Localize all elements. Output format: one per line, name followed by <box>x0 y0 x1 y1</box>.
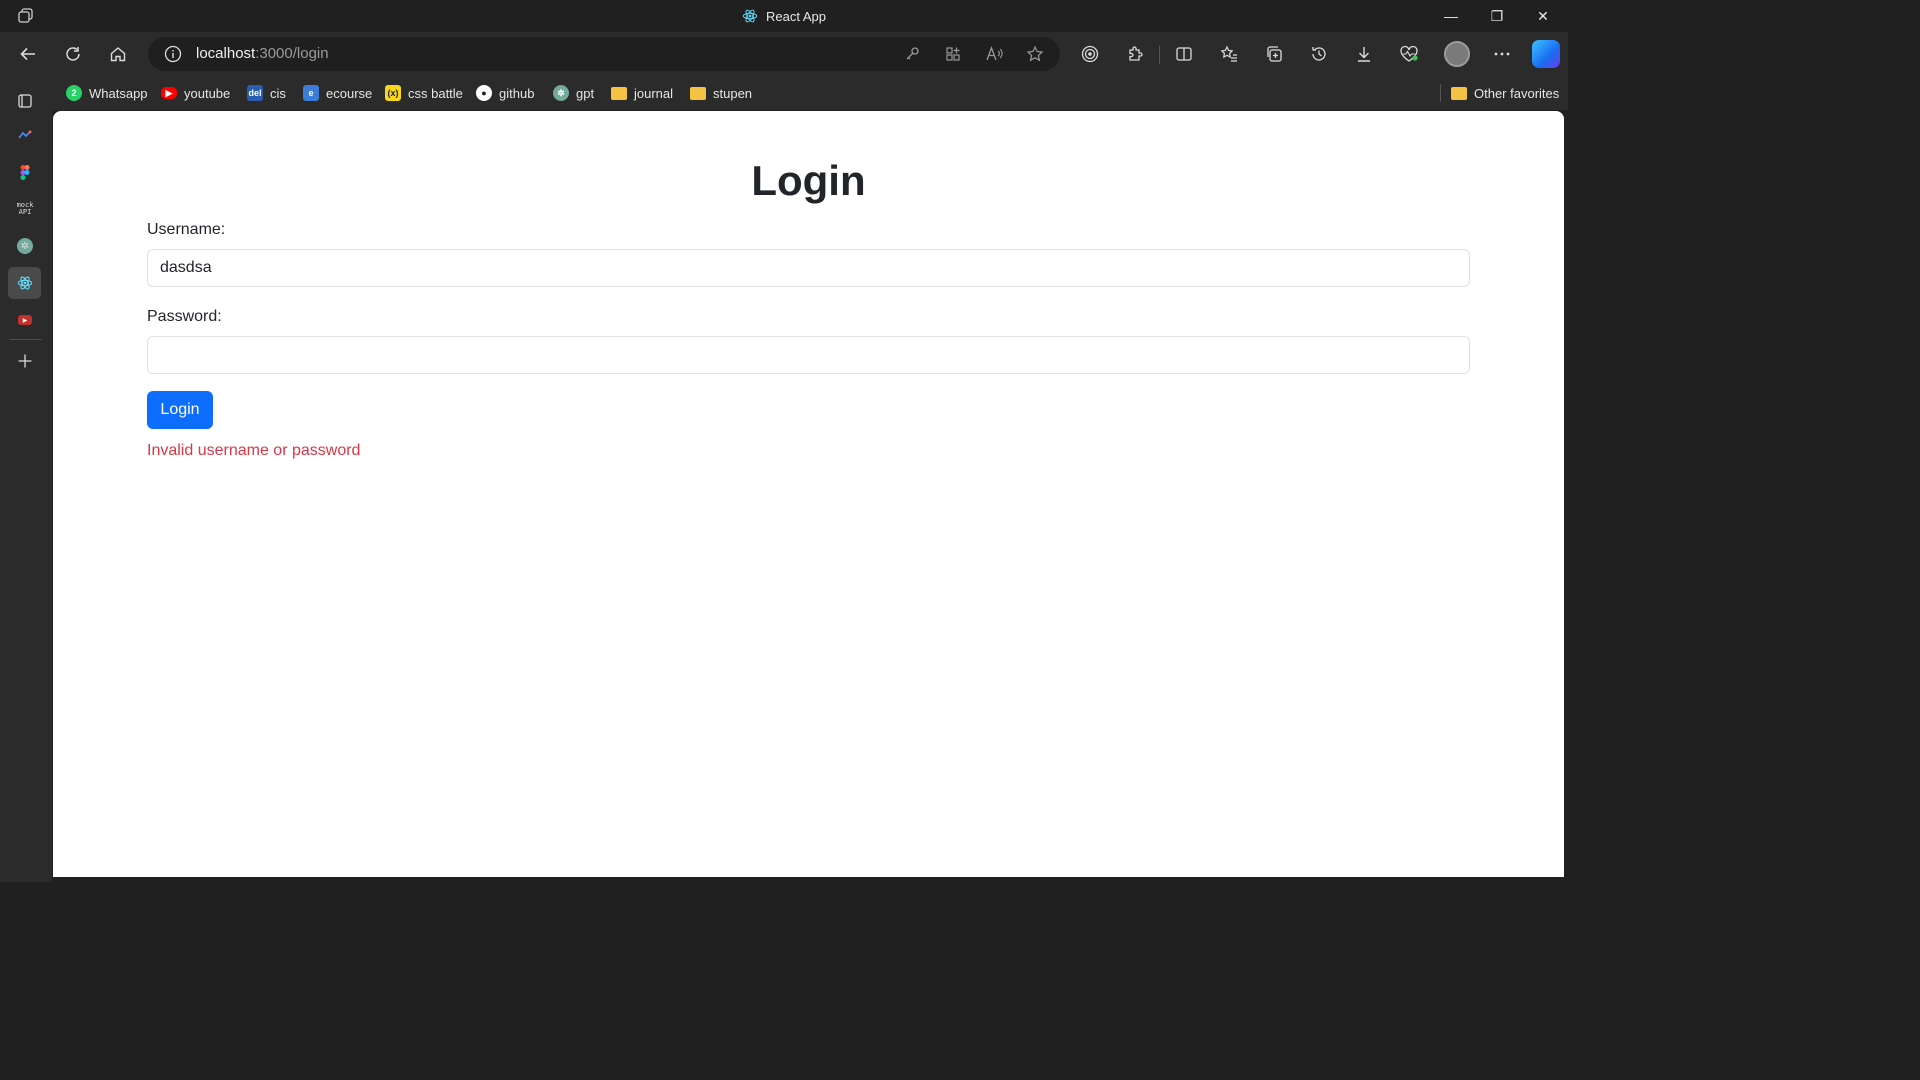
extensions-icon[interactable] <box>1121 40 1149 68</box>
bookmark-gpt[interactable]: ✲ gpt <box>553 82 594 104</box>
youtube-icon: ▶ <box>161 87 177 99</box>
bookmark-journal[interactable]: journal <box>611 82 673 104</box>
key-icon[interactable] <box>900 43 924 65</box>
split-screen-icon[interactable] <box>1170 40 1198 68</box>
password-label: Password: <box>147 308 222 325</box>
other-favorites-label: Other favorites <box>1474 85 1560 101</box>
bookmark-label: Whatsapp <box>89 85 148 101</box>
add-icon[interactable] <box>12 348 38 374</box>
folder-icon <box>611 86 627 100</box>
username-label: Username: <box>147 221 226 238</box>
close-button[interactable]: ✕ <box>1520 0 1566 32</box>
downloads-icon[interactable] <box>1350 40 1378 68</box>
read-aloud-icon[interactable] <box>982 43 1006 65</box>
bookmark-label: github <box>499 85 535 101</box>
bookmark-whatsapp[interactable]: 2 Whatsapp <box>66 82 148 104</box>
bookmarks-bar: 2 Whatsapp ▶ youtube del cis e ecourse (… <box>0 76 1568 110</box>
folder-icon <box>1451 86 1467 100</box>
username-input[interactable] <box>147 249 1470 287</box>
github-icon: ● <box>476 85 492 101</box>
bookmark-github[interactable]: ● github <box>476 82 534 104</box>
figma-icon[interactable] <box>12 159 38 185</box>
favorites-icon[interactable] <box>1215 40 1243 68</box>
ecourse-icon: e <box>303 85 319 101</box>
collections-icon[interactable] <box>1260 40 1288 68</box>
url-host: localhost <box>196 45 256 62</box>
tracking-icon[interactable] <box>1076 40 1104 68</box>
bookmark-ecourse[interactable]: e ecourse <box>303 82 372 104</box>
browser-sidebar: mock API ✲ ▶ <box>0 94 52 882</box>
bookmark-youtube[interactable]: ▶ youtube <box>161 82 230 104</box>
mockapi-icon[interactable]: mock API <box>12 196 38 222</box>
bookmarks-separator <box>1440 84 1441 102</box>
url-text[interactable]: localhost:3000/login <box>196 37 329 71</box>
back-icon[interactable] <box>14 40 42 68</box>
bookmark-label: stupen <box>713 85 753 101</box>
gpt-icon: ✲ <box>553 85 569 101</box>
login-button[interactable]: Login <box>147 391 213 429</box>
profile-avatar[interactable] <box>1444 41 1470 67</box>
performance-icon[interactable] <box>1395 40 1423 68</box>
url-path: :3000/login <box>255 45 329 62</box>
bookmark-label: journal <box>634 85 674 101</box>
react-logo-icon <box>742 9 758 23</box>
sidebar-app-icon[interactable] <box>12 122 38 148</box>
bookmark-stupen[interactable]: stupen <box>690 82 752 104</box>
more-icon[interactable] <box>1488 40 1516 68</box>
sidebar-divider <box>10 339 42 340</box>
toolbar-separator <box>1159 46 1160 64</box>
bookmark-label: ecourse <box>326 85 373 101</box>
title-bar: React App — ❐ ✕ <box>0 0 1568 32</box>
youtube-icon[interactable]: ▶ <box>12 307 38 333</box>
page-content: Login Username: Password: Login Invalid … <box>53 111 1564 877</box>
other-favorites[interactable]: Other favorites <box>1451 82 1559 104</box>
tab-actions-icon[interactable] <box>12 88 38 114</box>
bookmark-label: cis <box>270 85 286 101</box>
restore-button[interactable]: ❐ <box>1474 0 1520 32</box>
bookmark-css-battle[interactable]: (x) css battle <box>385 82 463 104</box>
bookmark-label: css battle <box>408 85 463 101</box>
window-title-text: React App <box>766 8 826 24</box>
browser-toolbar: localhost:3000/login <box>0 32 1568 76</box>
refresh-icon[interactable] <box>59 40 87 68</box>
copilot-icon[interactable] <box>1532 40 1560 68</box>
chatgpt-icon[interactable]: ✲ <box>12 233 38 259</box>
info-icon[interactable] <box>162 43 184 65</box>
apps-icon[interactable] <box>941 43 965 65</box>
page-title: Login <box>751 157 866 204</box>
bookmark-label: youtube <box>184 85 231 101</box>
window-bottom-edge <box>53 877 1564 882</box>
chatgpt-glyph: ✲ <box>17 238 33 254</box>
minimize-button[interactable]: — <box>1428 0 1474 32</box>
home-icon[interactable] <box>104 40 132 68</box>
whatsapp-icon: 2 <box>66 85 82 101</box>
folder-icon <box>690 86 706 100</box>
react-app-icon[interactable] <box>8 267 41 299</box>
cis-icon: del <box>247 85 263 101</box>
bookmark-label: gpt <box>576 85 595 101</box>
address-bar[interactable]: localhost:3000/login <box>148 37 1060 71</box>
bookmark-cis[interactable]: del cis <box>247 82 286 104</box>
youtube-glyph: ▶ <box>18 315 32 325</box>
favorite-star-icon[interactable] <box>1023 43 1047 65</box>
css-battle-icon: (x) <box>385 85 401 101</box>
window-title: React App <box>0 0 1568 32</box>
error-message: Invalid username or password <box>147 442 361 459</box>
password-input[interactable] <box>147 336 1470 374</box>
history-icon[interactable] <box>1305 40 1333 68</box>
